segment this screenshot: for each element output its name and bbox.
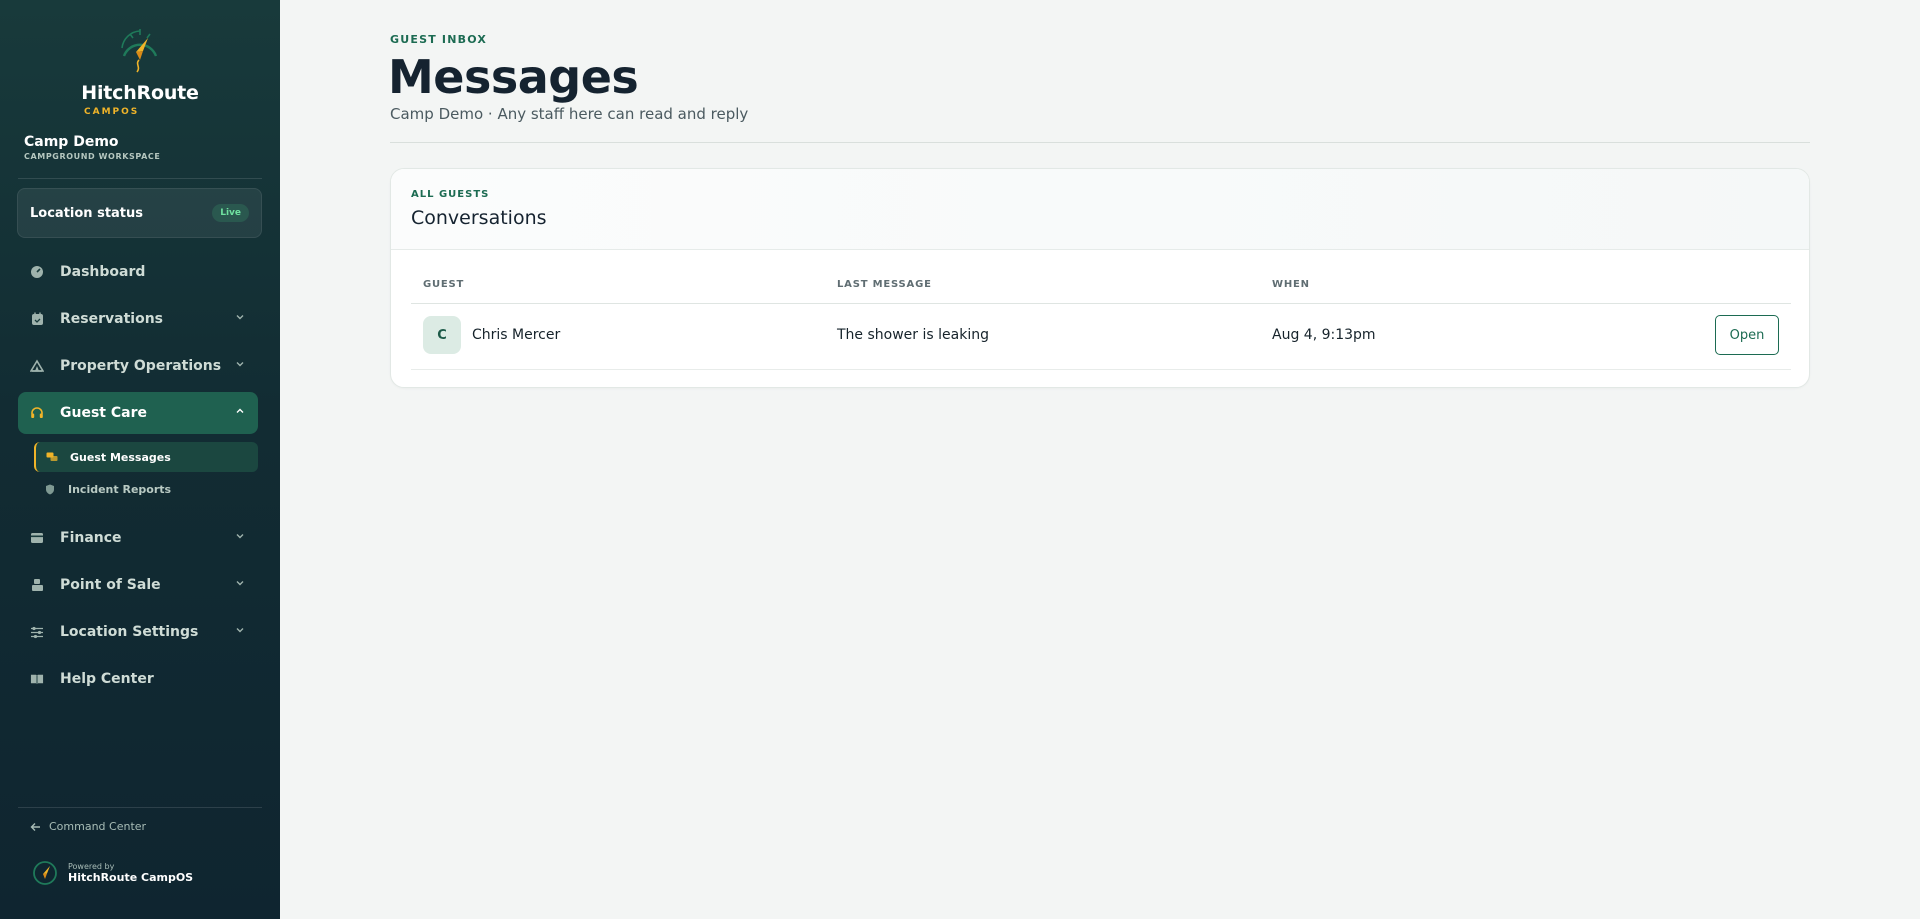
nav-point-of-sale[interactable]: Point of Sale: [18, 564, 258, 606]
wallet-icon: [30, 531, 44, 545]
nav-finance[interactable]: Finance: [18, 517, 258, 559]
location-status-label: Location status: [30, 205, 144, 221]
conversations-card-header: ALL GUESTS Conversations: [391, 169, 1809, 250]
message-time: Aug 4, 9:13pm: [1272, 327, 1376, 343]
last-message: The shower is leaking: [837, 327, 989, 343]
card-title: Conversations: [411, 207, 547, 229]
table-header-divider: [411, 303, 1791, 304]
nav-guest-care[interactable]: Guest Care: [18, 392, 258, 434]
nav-property-operations[interactable]: Property Operations: [18, 345, 258, 387]
command-center-link[interactable]: Command Center: [30, 820, 146, 833]
nav-property-operations-label: Property Operations: [60, 358, 222, 374]
nav-reservations[interactable]: Reservations: [18, 298, 258, 340]
headset-icon: [30, 406, 44, 420]
arrow-left-icon: [30, 822, 40, 831]
card-eyebrow: ALL GUESTS: [411, 189, 490, 200]
compass-logo-small-icon: [33, 861, 57, 885]
chevron-down-icon: [236, 315, 244, 320]
powered-by: Powered by HitchRoute CampOS: [32, 860, 193, 886]
chevron-down-icon: [236, 534, 244, 539]
nav-reservations-label: Reservations: [60, 311, 163, 327]
nav-incident-reports-label: Incident Reports: [68, 482, 172, 496]
sliders-icon: [30, 625, 44, 639]
chevron-down-icon: [236, 581, 244, 586]
workspace-subtitle: CAMPGROUND WORKSPACE: [24, 152, 161, 161]
powered-by-label: Powered by: [68, 862, 115, 871]
nav-finance-label: Finance: [60, 530, 122, 546]
powered-by-name: HitchRoute CampOS: [68, 871, 194, 884]
chevron-down-icon: [236, 362, 244, 367]
logo[interactable]: [0, 26, 280, 74]
compass-logo-icon: [121, 29, 158, 73]
nav-help-center-label: Help Center: [60, 671, 154, 687]
header-divider: [390, 142, 1810, 143]
guest-name: Chris Mercer: [472, 327, 561, 343]
live-badge: Live: [212, 204, 249, 222]
nav-location-settings[interactable]: Location Settings: [18, 611, 258, 653]
workspace-name: Camp Demo: [24, 134, 119, 150]
main-content: GUEST INBOX Messages Camp Demo · Any sta…: [280, 0, 1920, 919]
command-center-label: Command Center: [49, 820, 147, 833]
sidebar-divider: [18, 178, 262, 179]
sidebar-footer-divider: [18, 807, 262, 808]
nav-help-center[interactable]: Help Center: [18, 658, 258, 700]
chevron-down-icon: [236, 628, 244, 633]
chevron-up-icon: [236, 408, 244, 413]
page-title: Messages: [388, 50, 639, 104]
page-subtitle: Camp Demo · Any staff here can read and …: [390, 105, 749, 123]
row-divider: [411, 369, 1791, 370]
avatar: C: [423, 316, 461, 354]
open-conversation-button[interactable]: Open: [1715, 315, 1779, 355]
register-icon: [30, 578, 44, 592]
column-header-last-message: LAST MESSAGE: [837, 279, 932, 290]
nav-location-settings-label: Location Settings: [60, 624, 199, 640]
location-status-card[interactable]: Location status Live: [17, 188, 262, 238]
sidebar: HitchRoute CAMPOS Camp Demo CAMPGROUND W…: [0, 0, 280, 919]
tent-icon: [30, 359, 44, 373]
nav-guest-care-label: Guest Care: [60, 405, 147, 421]
page-eyebrow: GUEST INBOX: [390, 33, 488, 46]
nav-incident-reports[interactable]: Incident Reports: [34, 474, 258, 504]
nav-guest-messages-label: Guest Messages: [70, 450, 171, 464]
chat-bubbles-icon: [46, 451, 58, 463]
book-icon: [30, 672, 44, 686]
column-header-guest: GUEST: [423, 279, 465, 290]
nav-guest-messages[interactable]: Guest Messages: [34, 442, 258, 472]
gauge-icon: [30, 265, 44, 279]
conversations-card: ALL GUESTS Conversations GUEST LAST MESS…: [390, 168, 1810, 388]
brand-name: HitchRoute: [81, 82, 199, 104]
column-header-when: WHEN: [1272, 279, 1310, 290]
brand-sub: CAMPOS: [84, 107, 140, 117]
shield-icon: [44, 483, 56, 495]
nav-point-of-sale-label: Point of Sale: [60, 577, 161, 593]
nav-dashboard-label: Dashboard: [60, 264, 146, 280]
calendar-icon: [30, 312, 44, 326]
nav-dashboard[interactable]: Dashboard: [18, 251, 258, 293]
